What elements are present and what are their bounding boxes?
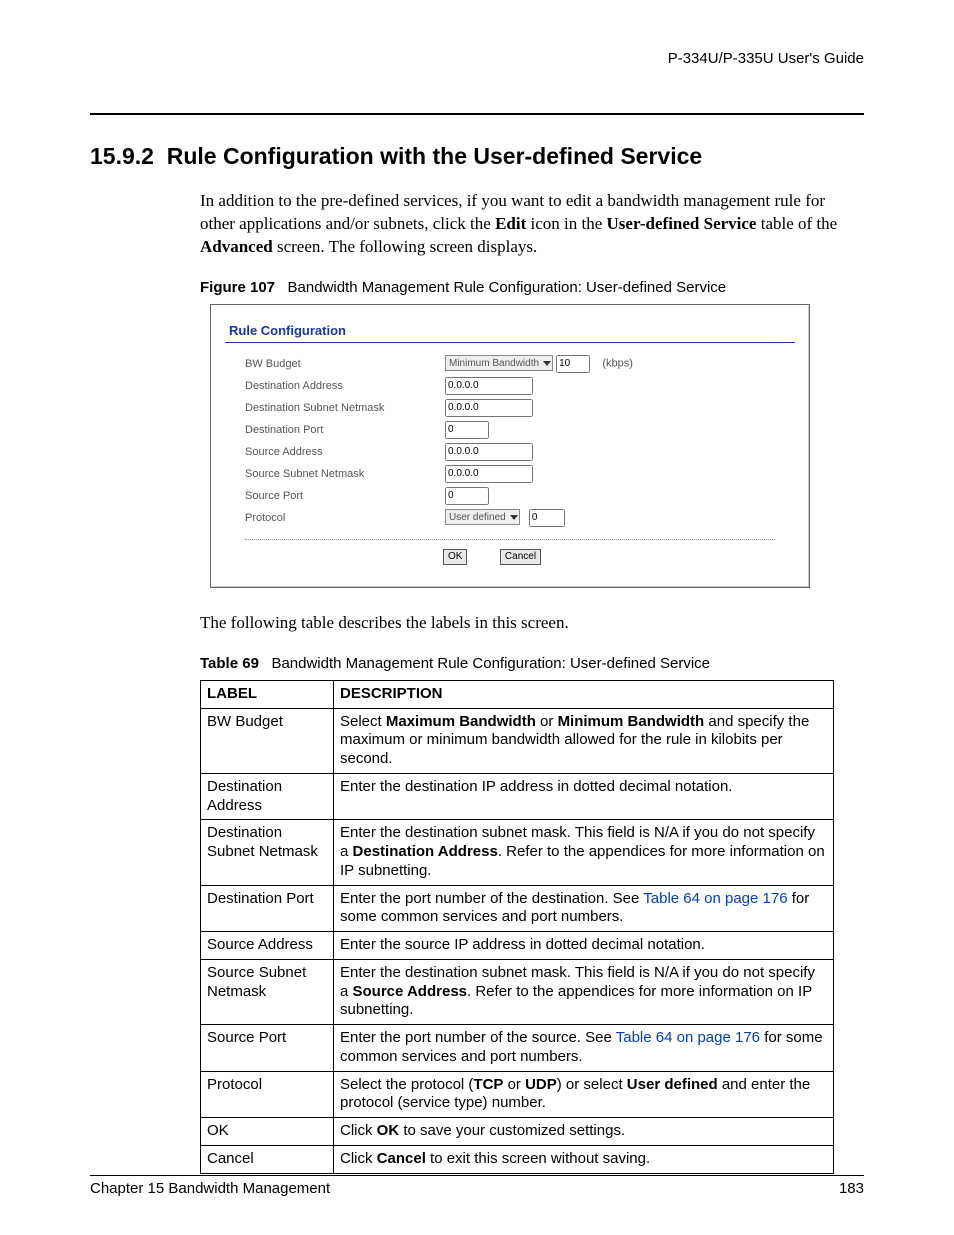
table-row: Destination PortEnter the port number of… (201, 885, 834, 932)
footer-page-number: 183 (839, 1180, 864, 1197)
dest-addr-input[interactable] (445, 377, 533, 395)
src-mask-label: Source Subnet Netmask (245, 468, 445, 480)
cell-label: Source Address (201, 932, 334, 960)
dest-mask-input[interactable] (445, 399, 533, 417)
table-label: Table 69 (200, 655, 259, 672)
table-row: CancelClick Cancel to exit this screen w… (201, 1145, 834, 1173)
section-heading: 15.9.2 Rule Configuration with the User-… (90, 143, 864, 170)
cell-label: Cancel (201, 1145, 334, 1173)
th-label: LABEL (201, 680, 334, 708)
cell-description: Select Maximum Bandwidth or Minimum Band… (334, 708, 834, 773)
figure-label: Figure 107 (200, 279, 275, 296)
table-row: Source Subnet NetmaskEnter the destinati… (201, 959, 834, 1024)
cell-description: Click OK to save your customized setting… (334, 1118, 834, 1146)
cell-label: Destination Port (201, 885, 334, 932)
cell-label: OK (201, 1118, 334, 1146)
bw-budget-unit: (kbps) (602, 357, 633, 369)
header-rule (90, 113, 864, 115)
table-row: ProtocolSelect the protocol (TCP or UDP)… (201, 1071, 834, 1118)
cell-description: Enter the destination IP address in dott… (334, 773, 834, 820)
cell-description: Enter the destination subnet mask. This … (334, 820, 834, 885)
mid-paragraph: The following table describes the labels… (200, 612, 864, 635)
page-footer: Chapter 15 Bandwidth Management 183 (90, 1175, 864, 1197)
src-port-input[interactable] (445, 487, 489, 505)
chevron-down-icon (543, 361, 551, 366)
running-header: P-334U/P-335U User's Guide (90, 50, 864, 73)
protocol-select[interactable]: User defined (445, 509, 520, 525)
panel-title: Rule Configuration (215, 309, 805, 342)
section-number: 15.9.2 (90, 143, 154, 169)
dotted-separator (245, 539, 775, 540)
table-title: Bandwidth Management Rule Configuration:… (271, 655, 710, 672)
src-mask-input[interactable] (445, 465, 533, 483)
cell-label: Source Subnet Netmask (201, 959, 334, 1024)
cancel-button[interactable]: Cancel (500, 549, 541, 565)
section-title: Rule Configuration with the User-defined… (167, 143, 702, 169)
cell-label: Protocol (201, 1071, 334, 1118)
cell-description: Click Cancel to exit this screen without… (334, 1145, 834, 1173)
cell-label: BW Budget (201, 708, 334, 773)
table-row: Source PortEnter the port number of the … (201, 1025, 834, 1072)
description-table: LABEL DESCRIPTION BW BudgetSelect Maximu… (200, 680, 834, 1174)
figure-caption: Figure 107 Bandwidth Management Rule Con… (200, 279, 864, 296)
cell-description: Enter the destination subnet mask. This … (334, 959, 834, 1024)
cell-description: Enter the port number of the source. See… (334, 1025, 834, 1072)
table-row: Source AddressEnter the source IP addres… (201, 932, 834, 960)
figure-title: Bandwidth Management Rule Configuration:… (288, 279, 727, 296)
table-row: Destination Subnet NetmaskEnter the dest… (201, 820, 834, 885)
table-row: OKClick OK to save your customized setti… (201, 1118, 834, 1146)
figure-screenshot: Rule Configuration BW Budget Minimum Ban… (210, 304, 810, 588)
cell-description: Enter the port number of the destination… (334, 885, 834, 932)
table-row: BW BudgetSelect Maximum Bandwidth or Min… (201, 708, 834, 773)
dest-port-input[interactable] (445, 421, 489, 439)
th-description: DESCRIPTION (334, 680, 834, 708)
protocol-label: Protocol (245, 512, 445, 524)
cell-description: Enter the source IP address in dotted de… (334, 932, 834, 960)
chevron-down-icon (510, 515, 518, 520)
cell-label: Source Port (201, 1025, 334, 1072)
protocol-input[interactable] (529, 509, 565, 527)
footer-rule (90, 1175, 864, 1176)
dest-mask-label: Destination Subnet Netmask (245, 402, 445, 414)
ok-button[interactable]: OK (443, 549, 467, 565)
bw-budget-label: BW Budget (245, 358, 445, 370)
cell-description: Select the protocol (TCP or UDP) or sele… (334, 1071, 834, 1118)
table-row: Destination AddressEnter the destination… (201, 773, 834, 820)
cell-label: Destination Address (201, 773, 334, 820)
src-addr-input[interactable] (445, 443, 533, 461)
src-port-label: Source Port (245, 490, 445, 502)
cell-label: Destination Subnet Netmask (201, 820, 334, 885)
footer-chapter: Chapter 15 Bandwidth Management (90, 1180, 330, 1197)
intro-paragraph: In addition to the pre-defined services,… (200, 190, 864, 259)
bw-budget-select[interactable]: Minimum Bandwidth (445, 355, 553, 371)
dest-port-label: Destination Port (245, 424, 445, 436)
panel-underline (225, 342, 795, 343)
src-addr-label: Source Address (245, 446, 445, 458)
dest-addr-label: Destination Address (245, 380, 445, 392)
table-caption: Table 69 Bandwidth Management Rule Confi… (200, 655, 864, 672)
bw-budget-input[interactable] (556, 355, 590, 373)
